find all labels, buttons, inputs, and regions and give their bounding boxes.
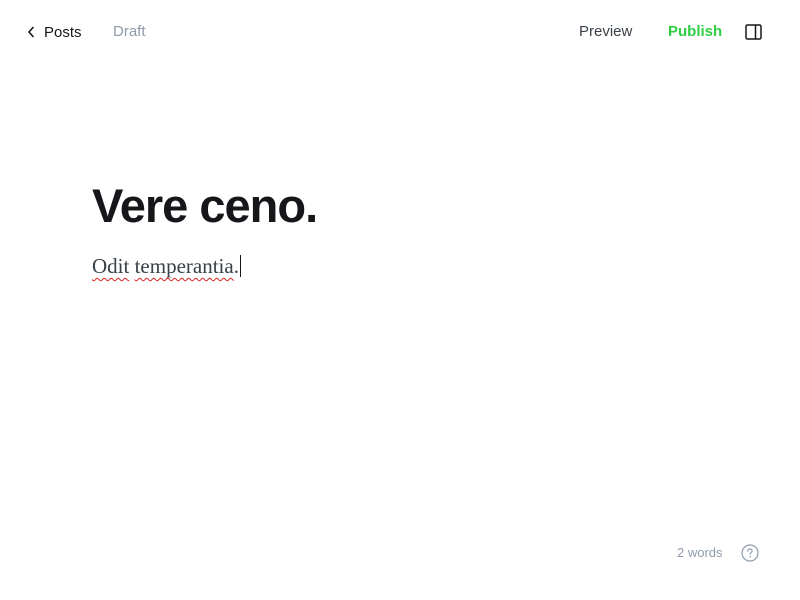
misspelled-word: temperantia	[134, 254, 234, 278]
sidebar-toggle-icon[interactable]	[745, 24, 762, 40]
chevron-left-icon	[28, 26, 34, 38]
post-status: Draft	[113, 23, 146, 40]
post-body[interactable]: Odit temperantia.	[92, 252, 241, 280]
publish-button[interactable]: Publish	[668, 23, 722, 41]
question-circle-icon[interactable]	[741, 544, 759, 562]
back-to-posts-link[interactable]: Posts	[27, 22, 82, 42]
misspelled-word: Odit	[92, 254, 130, 278]
word-count: 2 words	[677, 545, 723, 560]
back-label: Posts	[44, 23, 82, 41]
text-cursor	[239, 255, 241, 277]
post-title[interactable]: Vere ceno.	[92, 176, 318, 236]
preview-button[interactable]: Preview	[579, 23, 632, 41]
body-punctuation: .	[233, 254, 239, 278]
editor-header: Posts Draft Preview Publish	[0, 0, 800, 64]
